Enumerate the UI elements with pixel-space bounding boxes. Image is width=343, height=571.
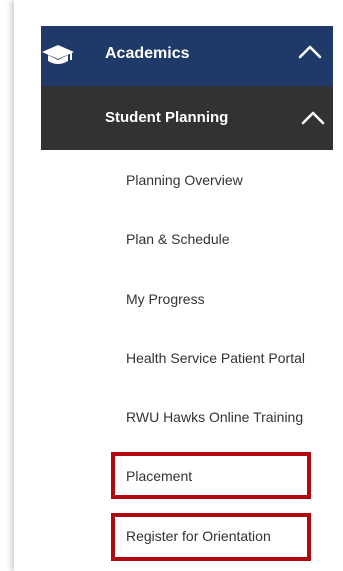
chevron-up-icon[interactable] xyxy=(297,44,323,60)
sidebar-item-rwu-hawks-training[interactable]: RWU Hawks Online Training xyxy=(126,408,303,426)
nav-academics-label: Academics xyxy=(105,45,190,62)
sidebar-item-my-progress[interactable]: My Progress xyxy=(126,290,205,308)
sidebar-item-register-orientation[interactable]: Register for Orientation xyxy=(126,527,271,545)
sidebar-item-health-service-portal[interactable]: Health Service Patient Portal xyxy=(126,349,305,367)
sidebar-item-planning-overview[interactable]: Planning Overview xyxy=(126,171,243,189)
sidebar-item-placement[interactable]: Placement xyxy=(126,467,192,485)
graduation-cap-icon xyxy=(41,41,75,69)
nav-student-planning-label: Student Planning xyxy=(105,109,229,126)
chevron-up-icon[interactable] xyxy=(300,110,326,126)
nav-student-planning[interactable]: Student Planning xyxy=(41,86,333,150)
sidebar-item-plan-schedule[interactable]: Plan & Schedule xyxy=(126,230,230,248)
nav-academics[interactable]: Academics xyxy=(41,26,333,86)
